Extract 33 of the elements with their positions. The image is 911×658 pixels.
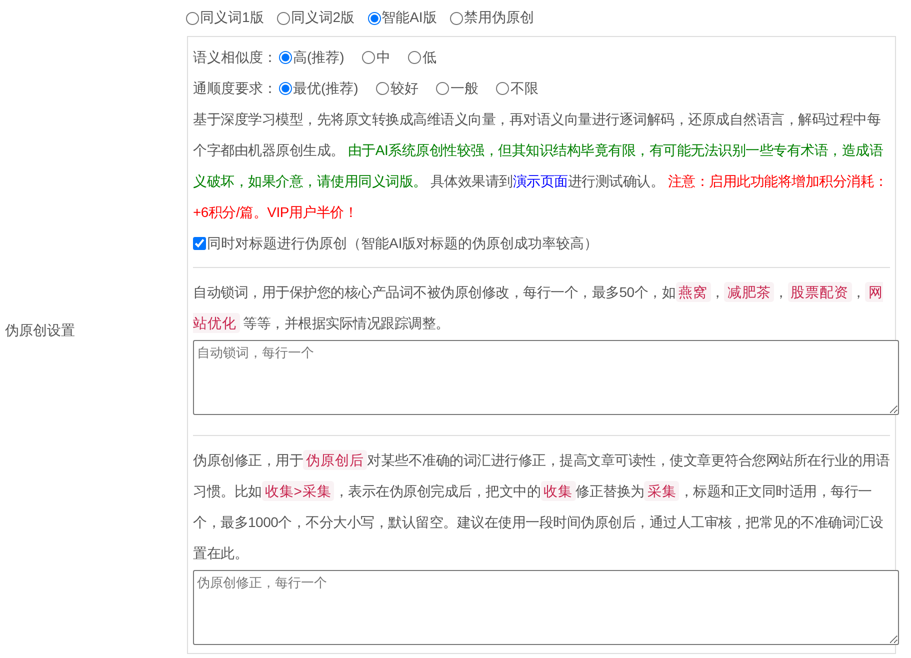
radio-label[interactable]: 不限 (510, 80, 538, 98)
radio-button[interactable] (279, 51, 292, 64)
radio-label[interactable]: 智能AI版 (382, 9, 437, 27)
radio-button[interactable] (450, 12, 463, 24)
radio-button[interactable] (376, 82, 390, 95)
radio-label[interactable]: 中 (376, 48, 390, 66)
radio-label[interactable]: 低 (422, 48, 436, 66)
section-label: 伪原创设置 (4, 322, 76, 340)
corrections-text: 伪原创修正，用于 伪原创后 对某些不准确的词汇进行修正，提高文章可读性，使文章更符合您网站所在行业的用语习惯。比如 收集>采集 ，表示在伪原创完成后，把文中的 收集 修正替换为 采集 ，标题和正文同时适用，每行一个，最多1000个，不分大小写，默认留空。建议在使用一段时间伪原创后，通过人工审核，把常见的不准确词汇设置在此。 (193, 449, 890, 563)
radio-label[interactable]: 高(推荐) (293, 48, 344, 66)
radio-label[interactable]: 最优(推荐) (293, 80, 358, 98)
radio-button[interactable] (362, 51, 376, 64)
radio-button[interactable] (279, 82, 292, 95)
corrections-field[interactable]: 伪原创修正，每行一个 (193, 570, 899, 645)
lock-words-text: 自动锁词，用于保护您的核心产品词不被伪原创修改，每行一个，最多50个，如 燕窝 ， 减肥茶 ， 股票配资 ， 网站优化 等等，并根据实际情况跟踪调整。 (193, 281, 884, 335)
checkbox[interactable] (193, 237, 206, 250)
radio-button[interactable] (276, 12, 290, 24)
option-label: 通顺度要求： (193, 80, 277, 98)
radio-button[interactable] (436, 82, 450, 95)
radio-label[interactable]: 同义词2版 (290, 9, 355, 27)
radio-label[interactable]: 同义词1版 (200, 9, 264, 27)
description-text: 基于深度学习模型，先将原文转换成高维语义向量，再对语义向量进行逐词解码，还原成自然语言，解码过程中每个字都由机器原创生成。 由于AI系统原创性较强，但其知识结构毕竟有限，有可能无法识别一些专有术语，造成语义破坏，如果介意，请使用同义词版。 具体效果请到演示页面进行测试确认。 注意：启用此功能将增加积分消耗：+6积分/篇。VIP用户半价！ (193, 110, 889, 222)
checkbox-label[interactable]: 同时对标题进行伪原创（智能AI版对标题的伪原创成功率较高） (207, 234, 598, 252)
radio-label[interactable]: 较好 (390, 80, 418, 98)
demo-page-link[interactable]: 演示页面 (512, 173, 568, 189)
radio-label[interactable]: 禁用伪原创 (464, 9, 534, 27)
radio-button[interactable] (368, 12, 381, 24)
option-label: 语义相似度： (193, 48, 277, 66)
radio-label[interactable]: 一般 (450, 80, 478, 98)
lock-words-field[interactable]: 自动锁词，每行一个 (193, 340, 899, 415)
radio-button[interactable] (408, 51, 422, 64)
radio-button[interactable] (496, 82, 510, 95)
radio-button[interactable] (186, 12, 199, 24)
